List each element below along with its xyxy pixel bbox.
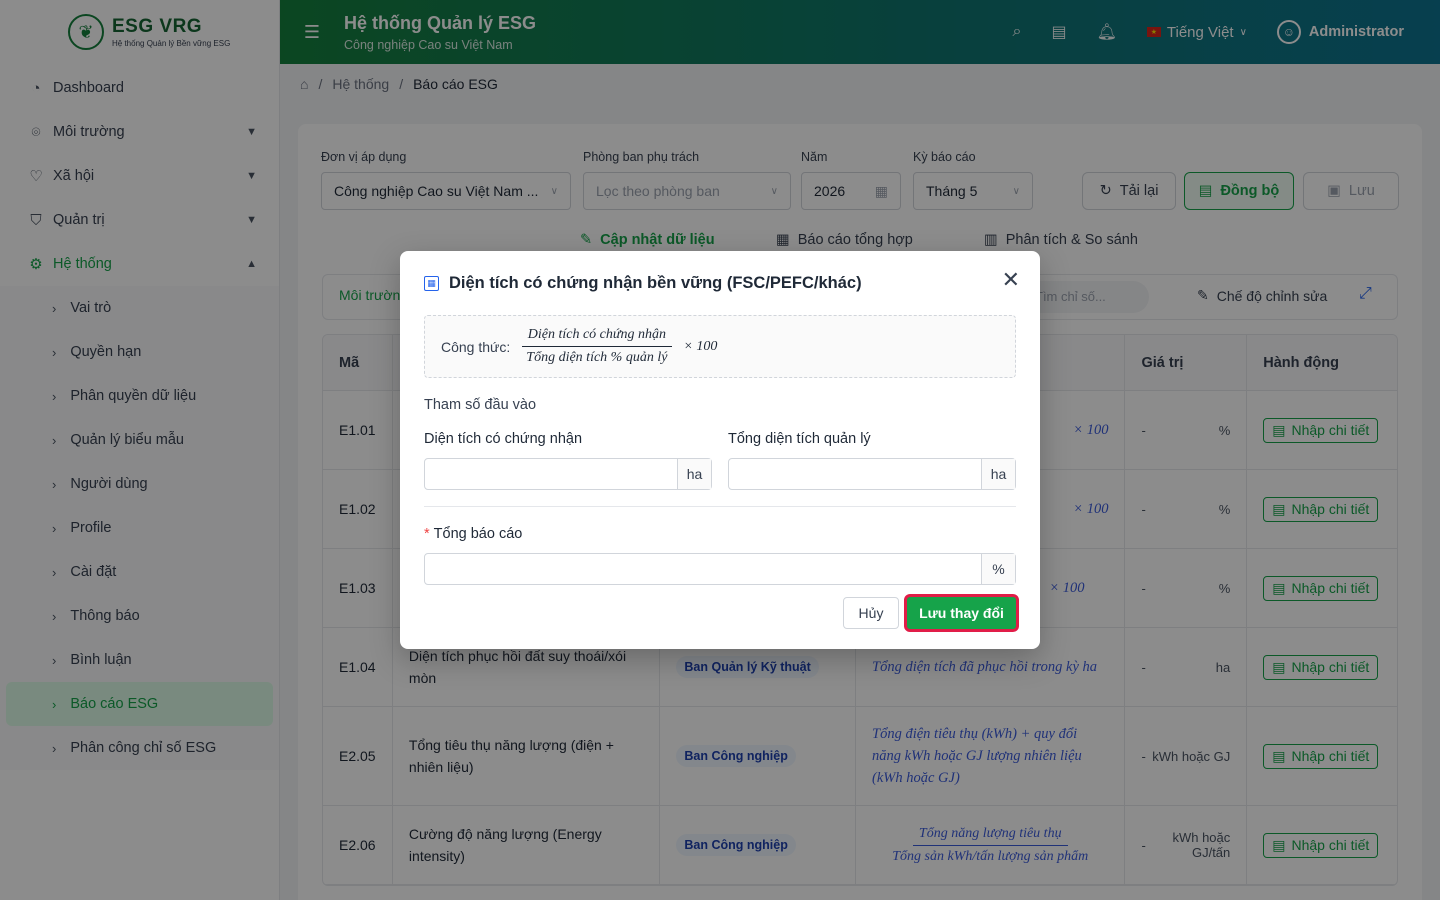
cancel-button[interactable]: Hủy (843, 597, 899, 629)
formula-fraction: Diện tích có chứng nhận Tổng diện tích %… (520, 327, 673, 366)
input-section-title: Tham số đầu vào (424, 397, 537, 413)
managed-area-field[interactable] (729, 459, 981, 489)
required-marker: * (424, 526, 430, 542)
formula-denominator: Tổng diện tích % quản lý (526, 350, 668, 365)
total-report-input[interactable]: % (424, 553, 1016, 585)
unit-addon: ha (677, 459, 711, 489)
calculator-icon: ▦ (424, 276, 439, 291)
managed-area-label: Tổng diện tích quản lý (728, 431, 871, 447)
unit-addon: ha (981, 459, 1015, 489)
modal-title: Diện tích có chứng nhận bền vững (FSC/PE… (449, 274, 862, 292)
total-report-field[interactable] (425, 554, 981, 584)
certified-area-field[interactable] (425, 459, 677, 489)
total-report-text: Tổng báo cáo (433, 526, 523, 542)
save-changes-button[interactable]: Lưu thay đổi (904, 594, 1019, 632)
total-report-label: * Tổng báo cáo (424, 526, 522, 542)
close-icon[interactable]: ✕ (1002, 267, 1020, 293)
formula-box: Công thức: Diện tích có chứng nhận Tổng … (424, 315, 1016, 378)
formula-label: Công thức: (441, 338, 511, 355)
certified-area-label: Diện tích có chứng nhận (424, 431, 583, 447)
managed-area-input[interactable]: ha (728, 458, 1016, 490)
formula-numerator: Diện tích có chứng nhận (521, 327, 673, 347)
modal-header: ▦ Diện tích có chứng nhận bền vững (FSC/… (424, 274, 862, 293)
formula-multiplier: × 100 (683, 338, 718, 354)
unit-addon: % (981, 554, 1015, 584)
certified-area-input[interactable]: ha (424, 458, 712, 490)
divider (424, 506, 1016, 507)
indicator-detail-modal: ▦ Diện tích có chứng nhận bền vững (FSC/… (400, 251, 1040, 649)
